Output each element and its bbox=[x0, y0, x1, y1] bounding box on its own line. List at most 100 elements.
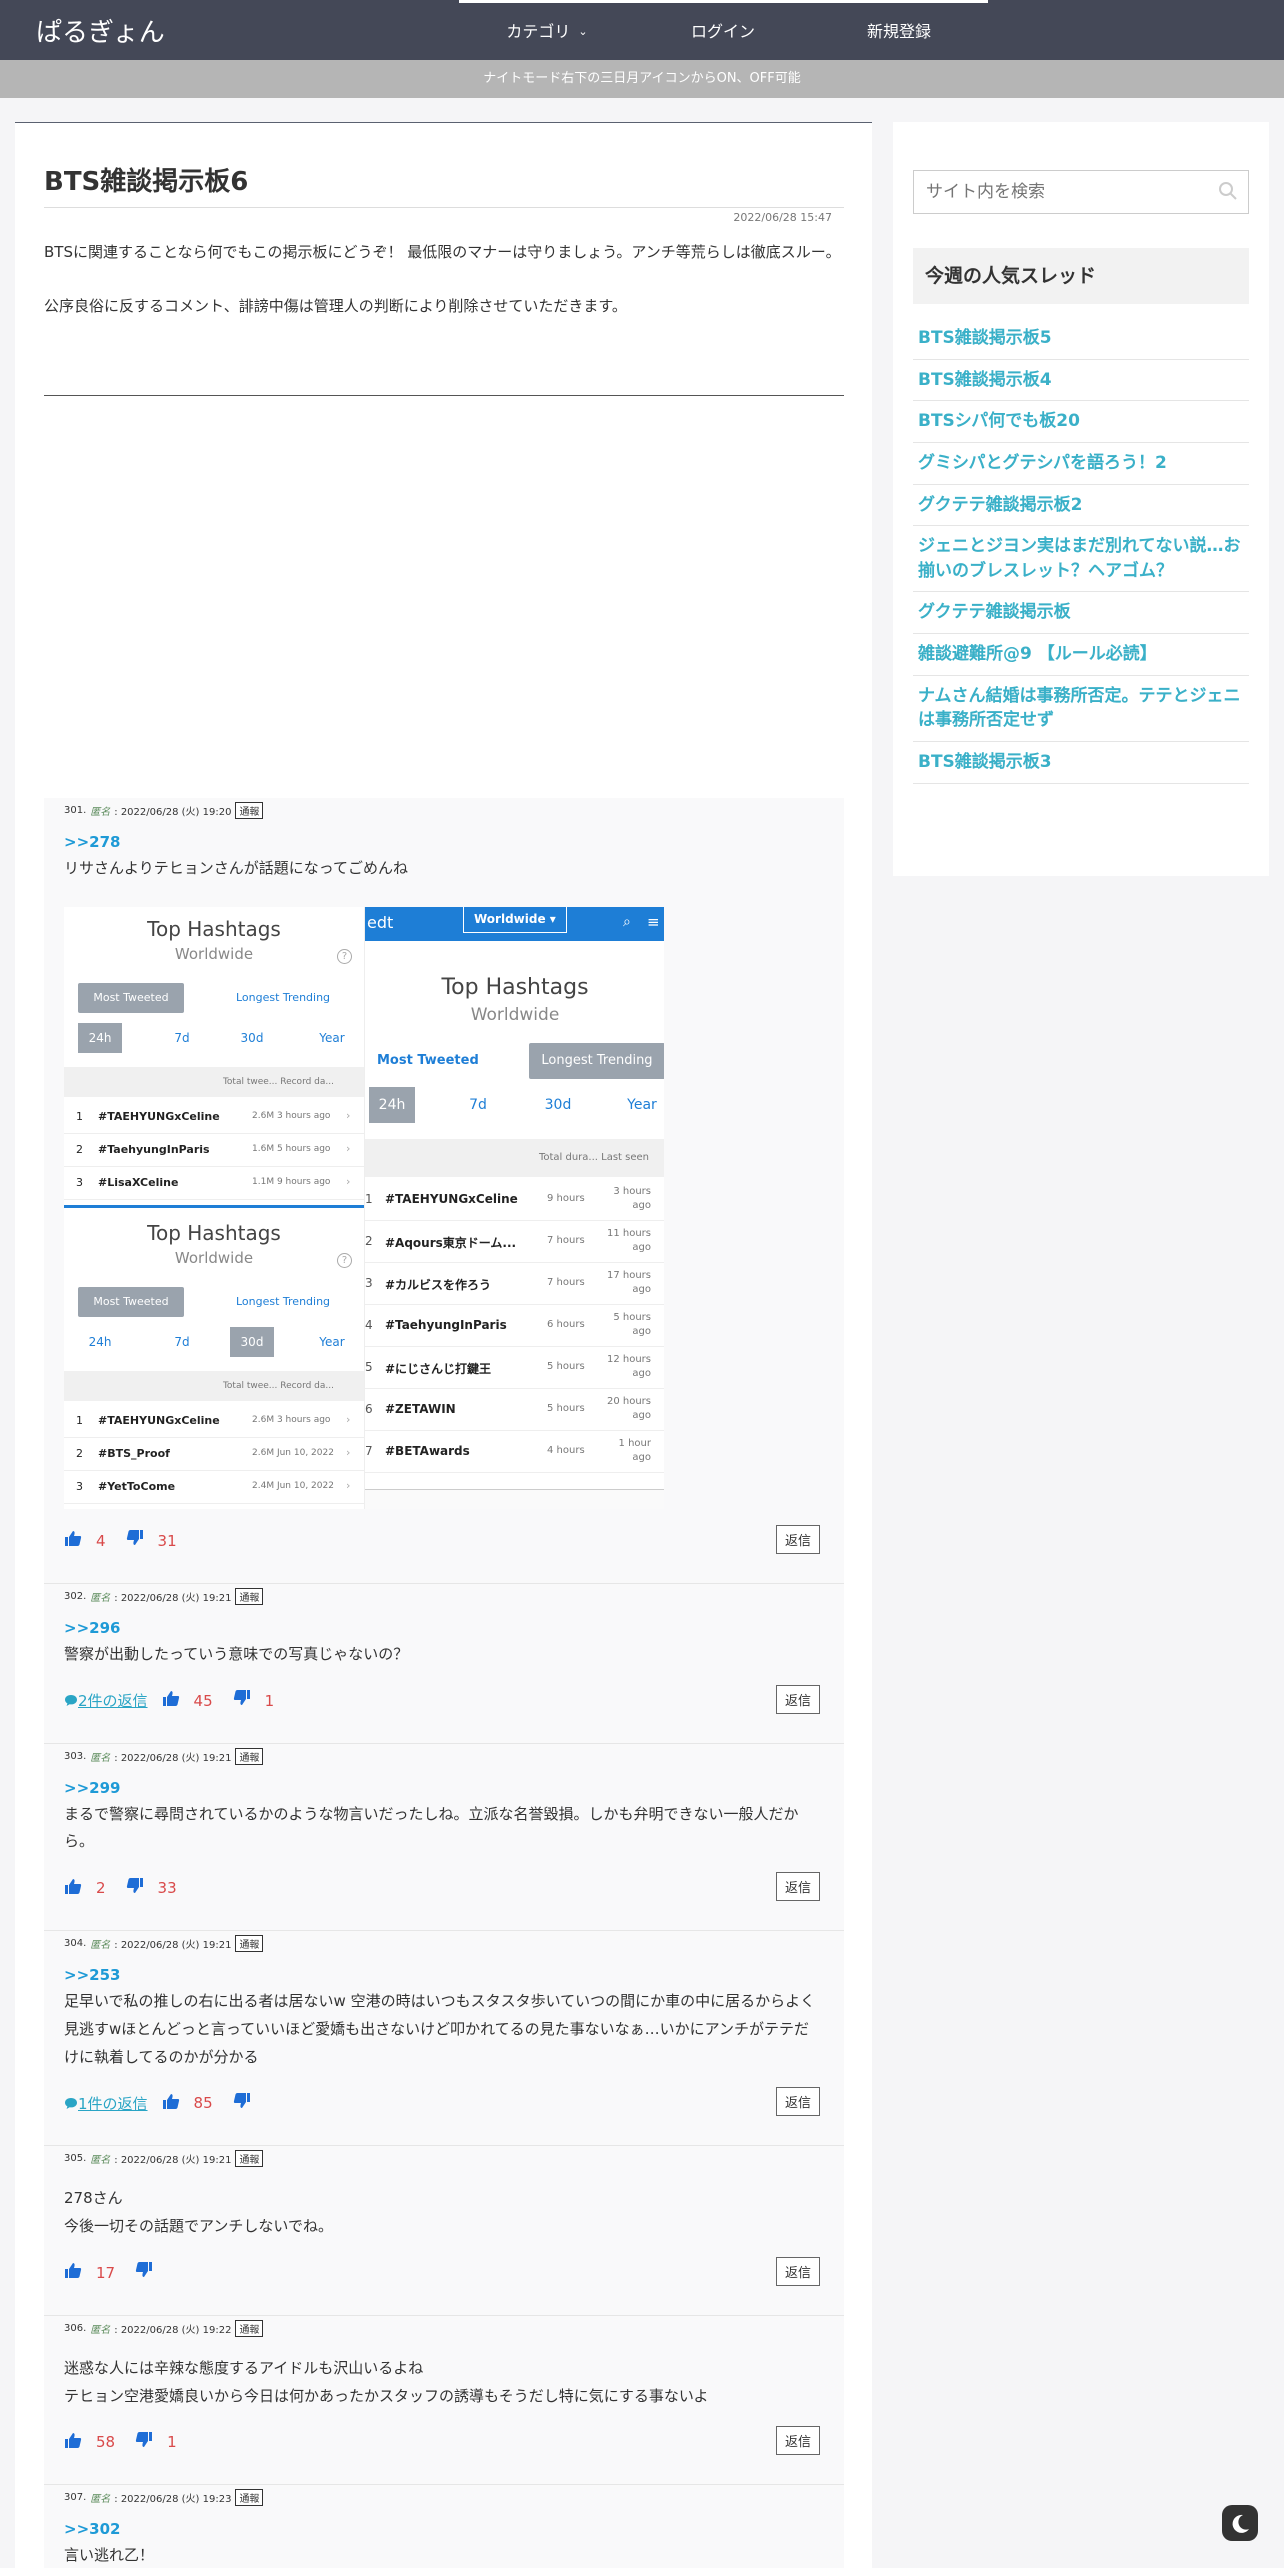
row-rank: 7 bbox=[365, 1443, 373, 1458]
thumbs-up-icon[interactable] bbox=[64, 1530, 82, 1551]
popular-thread-link[interactable]: BTS雑談掲示板5 bbox=[913, 318, 1249, 360]
row-rank: 6 bbox=[365, 1401, 373, 1416]
thumbs-up-icon[interactable] bbox=[162, 1690, 180, 1711]
view-replies-link[interactable]: 2件の返信 bbox=[64, 1690, 148, 1711]
longest-trending-link[interactable]: Longest Trending bbox=[236, 991, 330, 1004]
row-rank: 3 bbox=[76, 1479, 83, 1493]
thumbs-down-icon[interactable] bbox=[233, 1690, 251, 1711]
report-button[interactable]: 通報 bbox=[235, 2150, 264, 2168]
comment-actions: 4 31 返信 bbox=[64, 1523, 824, 1583]
reply-button[interactable]: 返信 bbox=[775, 1872, 820, 1901]
reply-button[interactable]: 返信 bbox=[775, 2087, 820, 2117]
popular-thread-link[interactable]: BTSシパ何でも板20 bbox=[913, 401, 1249, 443]
most-tweeted-button[interactable]: Most Tweeted bbox=[78, 1286, 184, 1317]
comment-body: リサさんよりテヒョンさんが話題になってごめんね bbox=[64, 859, 408, 877]
help-icon: ? bbox=[337, 948, 352, 964]
reply-anchor-link[interactable]: >>302 bbox=[64, 2520, 824, 2538]
site-logo[interactable]: ぱるぎょん bbox=[36, 12, 165, 49]
nav-category[interactable]: カテゴリ ⌄ bbox=[459, 3, 635, 60]
menu-icon[interactable]: ≡ bbox=[647, 913, 660, 931]
period-tab[interactable]: 30d bbox=[230, 1326, 274, 1357]
most-tweeted-link[interactable]: Most Tweeted bbox=[377, 1053, 479, 1068]
upvote-count: 45 bbox=[193, 1691, 213, 1710]
thumbs-down-icon[interactable] bbox=[126, 1530, 144, 1551]
search-icon[interactable] bbox=[1218, 181, 1238, 201]
row-stat: 2.6M 3 hours ago bbox=[252, 1414, 331, 1425]
row-hashtag: #ZETAWIN bbox=[385, 1401, 456, 1416]
comment-time: : 2022/06/28 (火) 19:21 bbox=[114, 1752, 232, 1764]
table-row: 7 #BETAwards 4 hours 1 hour ago bbox=[365, 1431, 664, 1473]
comment-item: 306. 匿名: 2022/06/28 (火) 19:22 通報 迷惑な人には辛辣な態… bbox=[44, 2316, 844, 2486]
popular-threads-list: BTS雑談掲示板5 BTS雑談掲示板4 BTSシパ何でも板20 グミシパとグテシパを語… bbox=[913, 318, 1249, 784]
reply-button[interactable]: 返信 bbox=[775, 2426, 820, 2456]
row-duration: 5 hours bbox=[547, 1360, 585, 1372]
report-button[interactable]: 通報 bbox=[235, 2319, 264, 2337]
report-button[interactable]: 通報 bbox=[235, 1747, 264, 1765]
nav-register[interactable]: 新規登録 bbox=[811, 3, 987, 60]
table-row: 3 #カルビスを作ろう 7 hours 17 hours ago bbox=[365, 1263, 664, 1305]
replies-count: 1件の返信 bbox=[78, 2094, 148, 2113]
row-hashtag: #TAEHYUNGxCeline bbox=[98, 1413, 220, 1427]
period-tab[interactable]: 7d bbox=[160, 1327, 204, 1357]
report-button[interactable]: 通報 bbox=[235, 2489, 264, 2507]
popular-thread-link[interactable]: グクテテ雑談掲示板2 bbox=[913, 485, 1249, 527]
longest-trending-button[interactable]: Longest Trending bbox=[529, 1042, 664, 1079]
period-tab[interactable]: 30d bbox=[535, 1087, 581, 1123]
search-input[interactable] bbox=[914, 171, 1204, 213]
popular-thread-link[interactable]: 雑談避難所@9 【ルール必読】 bbox=[913, 634, 1249, 676]
reply-button[interactable]: 返信 bbox=[775, 2256, 820, 2286]
thumbs-down-icon[interactable] bbox=[135, 2431, 153, 2453]
popular-thread-link[interactable]: グミシパとグテシパを語ろう！2 bbox=[913, 443, 1249, 485]
longest-trending-link[interactable]: Longest Trending bbox=[236, 1295, 330, 1308]
reply-button[interactable]: 返信 bbox=[775, 1684, 820, 1714]
row-stat: 2.6M 3 hours ago bbox=[252, 1110, 331, 1121]
row-rank: 2 bbox=[76, 1446, 83, 1460]
most-tweeted-button[interactable]: Most Tweeted bbox=[78, 982, 184, 1013]
view-replies-link[interactable]: 1件の返信 bbox=[64, 2093, 148, 2114]
reply-anchor-link[interactable]: >>296 bbox=[64, 1619, 824, 1637]
reply-anchor-link[interactable]: >>278 bbox=[64, 833, 824, 851]
period-tab[interactable]: Year bbox=[310, 1327, 354, 1357]
row-duration: 9 hours bbox=[547, 1192, 585, 1204]
bottom-toolbar bbox=[365, 1488, 664, 1509]
thumbs-up-icon[interactable] bbox=[64, 2432, 82, 2453]
period-tab[interactable]: 7d bbox=[455, 1087, 501, 1123]
thumbs-up-icon[interactable] bbox=[64, 1878, 82, 1899]
reply-button[interactable]: 返信 bbox=[775, 1524, 820, 1554]
thumbs-down-icon[interactable] bbox=[126, 1877, 144, 1899]
nav-login[interactable]: ログイン bbox=[635, 3, 811, 60]
comment-meta: 301. 匿名: 2022/06/28 (火) 19:20 通報 bbox=[64, 798, 824, 819]
thumbs-up-icon[interactable] bbox=[162, 2093, 180, 2114]
period-tab[interactable]: 24h bbox=[78, 1327, 122, 1357]
period-tab[interactable]: 24h bbox=[369, 1086, 415, 1123]
report-button[interactable]: 通報 bbox=[235, 802, 264, 819]
popular-thread-link[interactable]: ナムさん結婚は事務所否定。テテとジェニは事務所否定せず bbox=[913, 676, 1249, 743]
period-tab[interactable]: Year bbox=[310, 1023, 354, 1053]
replies-count: 2件の返信 bbox=[78, 1692, 148, 1710]
period-tab[interactable]: 30d bbox=[230, 1023, 274, 1053]
popular-thread-link[interactable]: グクテテ雑談掲示板 bbox=[913, 592, 1249, 635]
thumbs-down-icon[interactable] bbox=[233, 2092, 251, 2114]
popular-thread-link[interactable]: BTS雑談掲示板4 bbox=[913, 360, 1249, 402]
report-button[interactable]: 通報 bbox=[235, 1587, 264, 1605]
row-duration: 4 hours bbox=[547, 1444, 585, 1456]
thumbs-down-icon[interactable] bbox=[135, 2262, 153, 2283]
row-duration: 5 hours bbox=[547, 1402, 585, 1414]
report-button[interactable]: 通報 bbox=[235, 1935, 264, 1952]
reply-anchor-link[interactable]: >>253 bbox=[64, 1966, 824, 1984]
comment-meta: 307. 匿名: 2022/06/28 (火) 19:23 通報 bbox=[64, 2485, 824, 2507]
reply-anchor-link[interactable]: >>299 bbox=[64, 1779, 824, 1797]
popular-thread-link[interactable]: BTS雑談掲示板3 bbox=[913, 742, 1249, 784]
comment-time: : 2022/06/28 (火) 19:23 bbox=[114, 2494, 232, 2506]
night-mode-toggle[interactable] bbox=[1222, 2505, 1258, 2541]
search-icon[interactable]: ⌕ bbox=[623, 914, 631, 930]
period-tab[interactable]: 24h bbox=[78, 1022, 122, 1053]
row-duration: 7 hours bbox=[547, 1234, 585, 1246]
period-tab[interactable]: 7d bbox=[160, 1023, 204, 1053]
region-dropdown[interactable]: Worldwide ▾ bbox=[463, 906, 567, 933]
period-tab[interactable]: Year bbox=[619, 1087, 664, 1123]
panel-title: Top Hashtags bbox=[441, 974, 589, 1000]
table-row: 1 #TAEHYUNGxCeline 2.6M 3 hours ago › bbox=[64, 1101, 364, 1134]
thumbs-up-icon[interactable] bbox=[64, 2262, 82, 2283]
popular-thread-link[interactable]: ジェニとジヨン実はまだ別れてない説…お揃いのブレスレット？ヘアゴム？ bbox=[913, 526, 1249, 593]
